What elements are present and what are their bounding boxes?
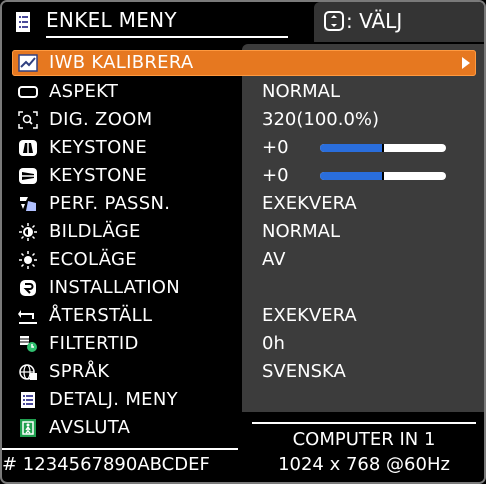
menu-item-value: 320(100.0%): [262, 109, 380, 130]
language-icon: [19, 364, 37, 380]
menu-item-label: ASPEKT: [49, 81, 119, 102]
keystone-vertical-icon: [19, 140, 37, 156]
signal-resolution: 1024 x 768 @60Hz: [278, 454, 450, 475]
aspect-icon: [18, 86, 38, 98]
menu-item-label: SPRÅK: [49, 361, 110, 382]
menu-item-label: AVSLUTA: [49, 417, 131, 438]
hint-label: : VÄLJ: [346, 9, 403, 33]
menu-item-label: BILDLÄGE: [49, 221, 141, 242]
menu-item-label: ECOLÄGE: [49, 249, 137, 270]
menu-item-label: INSTALLATION: [49, 277, 181, 298]
menu-item-value: EXEKVERA: [262, 305, 357, 326]
footer-divider: [2, 448, 238, 450]
menu-header: ENKEL MENY: [2, 2, 320, 42]
page-title: ENKEL MENY: [46, 8, 177, 32]
menu-item-label: IWB KALIBRERA: [49, 52, 194, 73]
menu-item-value: AV: [262, 249, 286, 270]
advanced-menu-icon: [21, 392, 35, 408]
menu-item-digital-zoom[interactable]: DIG. ZOOM 320(100.0%): [2, 106, 484, 134]
menu-list-icon: [16, 12, 30, 32]
menu-item-eco-mode[interactable]: ECOLÄGE AV: [2, 246, 484, 274]
menu-item-value: SVENSKA: [262, 361, 346, 382]
menu-item-label: KEYSTONE: [49, 165, 147, 186]
keystone-horizontal-icon: [19, 168, 37, 184]
reset-icon: [18, 310, 37, 324]
eco-mode-icon: [19, 251, 37, 269]
menu-item-label: DETALJ. MENY: [49, 389, 178, 410]
input-source: COMPUTER IN 1: [292, 429, 436, 450]
menu-item-value: EXEKVERA: [262, 193, 357, 214]
menu-item-value: +0: [262, 165, 289, 186]
menu-item-label: DIG. ZOOM: [49, 109, 153, 130]
slider-center-tick: [382, 144, 384, 152]
menu-item-value: +0: [262, 137, 289, 158]
menu-item-perfect-fit[interactable]: PERF. PASSN. EXEKVERA: [2, 190, 484, 218]
menu-item-label: PERF. PASSN.: [49, 193, 171, 214]
menu-item-value: NORMAL: [262, 221, 341, 242]
picture-mode-icon: [19, 223, 37, 241]
menu-item-label: FILTERTID: [49, 333, 139, 354]
projector-osd-menu: ENKEL MENY : VÄLJ IWB KALIBRERA ASPEKT N…: [0, 0, 486, 484]
select-dpad-icon: [324, 11, 344, 31]
menu-item-advanced-menu[interactable]: DETALJ. MENY: [2, 386, 484, 414]
digital-zoom-icon: [18, 111, 38, 129]
source-divider: [252, 422, 476, 424]
menu-item-keystone-vertical[interactable]: KEYSTONE +0: [2, 134, 484, 162]
filter-time-icon: [20, 336, 37, 352]
menu-item-label: ÅTERSTÄLL: [49, 305, 153, 326]
exit-icon: [20, 419, 36, 437]
menu-item-keystone-horizontal[interactable]: KEYSTONE +0: [2, 162, 484, 190]
source-info: COMPUTER IN 1 1024 x 768 @60Hz: [242, 416, 484, 482]
keystone-slider[interactable]: [320, 172, 446, 180]
menu-item-value: 0h: [262, 333, 285, 354]
iwb-calibrate-icon: [18, 54, 38, 72]
keystone-slider[interactable]: [320, 144, 446, 152]
title-underline: [46, 36, 288, 38]
menu-item-installation[interactable]: INSTALLATION: [2, 274, 484, 302]
menu-item-value: NORMAL: [262, 81, 341, 102]
menu-item-label: KEYSTONE: [49, 137, 147, 158]
menu-item-language[interactable]: SPRÅK SVENSKA: [2, 358, 484, 386]
slider-fill: [320, 172, 383, 180]
perfect-fit-icon: [20, 197, 36, 211]
chevron-right-icon: [462, 57, 470, 69]
menu-item-reset[interactable]: ÅTERSTÄLL EXEKVERA: [2, 302, 484, 330]
menu-item-picture-mode[interactable]: BILDLÄGE NORMAL: [2, 218, 484, 246]
menu-item-filter-time[interactable]: FILTERTID 0h: [2, 330, 484, 358]
menu-item-iwb-calibrate[interactable]: IWB KALIBRERA: [12, 50, 476, 76]
installation-icon: [20, 280, 36, 296]
menu-item-aspect[interactable]: ASPEKT NORMAL: [2, 78, 484, 106]
slider-center-tick: [382, 172, 384, 180]
slider-fill: [320, 144, 383, 152]
select-hint: : VÄLJ: [314, 2, 484, 42]
serial-number: # 1234567890ABCDEF: [2, 454, 210, 475]
